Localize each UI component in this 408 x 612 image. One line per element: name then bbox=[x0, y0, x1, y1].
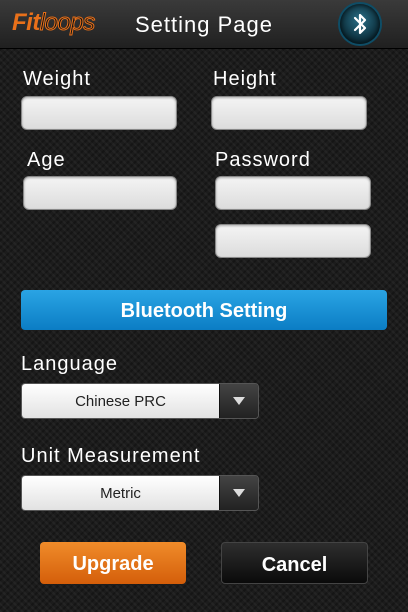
age-label: Age bbox=[27, 149, 66, 171]
triangle-down-icon bbox=[233, 489, 245, 497]
unit-selected-value: Metric bbox=[22, 476, 219, 510]
password-field[interactable] bbox=[215, 176, 371, 210]
triangle-down-icon bbox=[233, 397, 245, 405]
language-selected-value: Chinese PRC bbox=[22, 384, 219, 418]
header-bar: Fitloops Setting Page bbox=[0, 0, 408, 49]
unit-measurement-select[interactable]: Metric bbox=[21, 475, 259, 511]
unit-measurement-label: Unit Measurement bbox=[21, 445, 201, 467]
language-dropdown-arrow[interactable] bbox=[219, 384, 258, 418]
weight-field[interactable] bbox=[21, 96, 177, 130]
upgrade-button[interactable]: Upgrade bbox=[40, 542, 186, 584]
bluetooth-icon bbox=[353, 13, 367, 35]
language-select[interactable]: Chinese PRC bbox=[21, 383, 259, 419]
unit-dropdown-arrow[interactable] bbox=[219, 476, 258, 510]
password-confirm-field[interactable] bbox=[215, 224, 371, 258]
language-label: Language bbox=[21, 353, 118, 375]
password-label: Password bbox=[215, 149, 311, 171]
cancel-button[interactable]: Cancel bbox=[221, 542, 368, 584]
bluetooth-setting-button[interactable]: Bluetooth Setting bbox=[21, 290, 387, 330]
bluetooth-button[interactable] bbox=[340, 4, 380, 44]
weight-label: Weight bbox=[23, 68, 91, 90]
age-field[interactable] bbox=[23, 176, 177, 210]
height-field[interactable] bbox=[211, 96, 367, 130]
height-label: Height bbox=[213, 68, 277, 90]
